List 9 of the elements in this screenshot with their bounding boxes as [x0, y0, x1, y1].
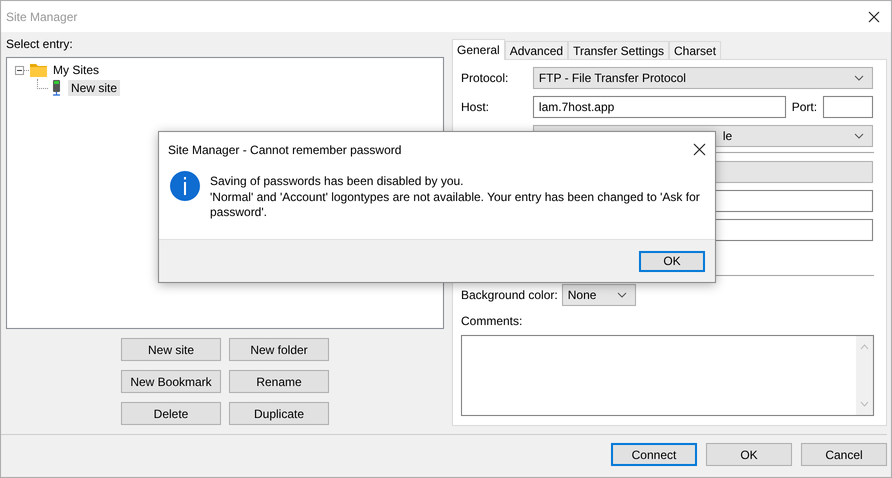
- comments-label: Comments:: [461, 314, 524, 328]
- background-color-label: Background color:: [461, 288, 558, 302]
- dialog-title: Site Manager - Cannot remember password: [168, 142, 402, 156]
- window-title: Site Manager: [6, 10, 78, 24]
- port-label: Port:: [792, 100, 818, 114]
- host-label: Host:: [461, 100, 490, 114]
- select-entry-label: Select entry:: [6, 37, 74, 51]
- protocol-label: Protocol:: [461, 71, 510, 85]
- dialog-message: Saving of passwords has been disabled by you. 'Normal' and 'Account' logontypes are not available. Your entry has been changed to 'Ask for password'.: [210, 174, 701, 220]
